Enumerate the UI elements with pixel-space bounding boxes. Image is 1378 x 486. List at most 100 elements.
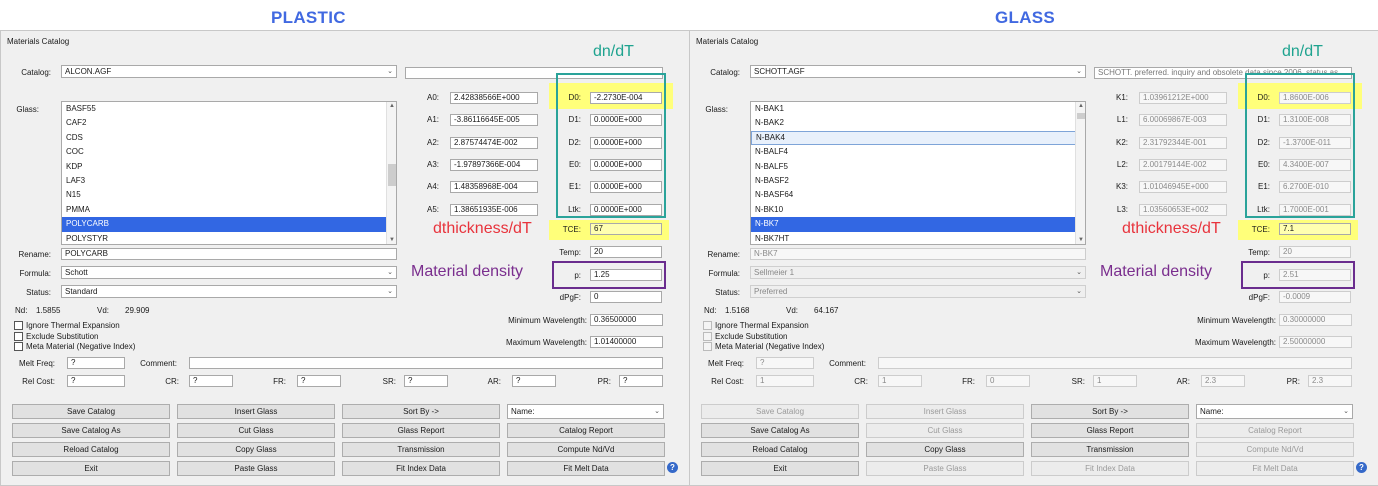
glass-list-item[interactable]: N-BK10 — [751, 203, 1085, 217]
glass-list-item[interactable]: POLYSTYR — [62, 232, 396, 244]
exit-button[interactable]: Exit — [12, 460, 170, 476]
dpgf-field[interactable]: -0.0009 — [1279, 291, 1351, 303]
coeff-field[interactable]: 2.42838566E+000 — [450, 92, 538, 104]
scroll-up-icon[interactable]: ▲ — [388, 103, 396, 109]
coeff-field[interactable]: 2.87574474E-002 — [450, 136, 538, 149]
catalog-report-button[interactable]: Catalog Report — [1196, 422, 1354, 438]
glass-list-item[interactable]: N-BALF4 — [751, 145, 1085, 159]
copy-glass-button[interactable]: Copy Glass — [866, 441, 1024, 457]
compute-nd-vd-button[interactable]: Compute Nd/Vd — [507, 441, 665, 457]
sort-select[interactable]: Name: ⌄ — [507, 404, 664, 419]
ar-field[interactable]: 2.3 — [1201, 375, 1245, 387]
glass-list-item[interactable]: KDP — [62, 160, 396, 174]
coeff-field[interactable]: 1.03961212E+000 — [1139, 92, 1227, 104]
glass-list-item[interactable]: N-BALF5 — [751, 160, 1085, 174]
comment-field[interactable] — [878, 357, 1352, 369]
glass-report-button[interactable]: Glass Report — [342, 422, 500, 438]
glass-list-item[interactable]: BASF55 — [62, 102, 396, 116]
reload-catalog-button[interactable]: Reload Catalog — [701, 441, 859, 457]
glass-list-item[interactable]: CAF2 — [62, 116, 396, 130]
status-select[interactable]: Standard ⌄ — [61, 285, 397, 298]
sr-field[interactable]: ? — [404, 375, 448, 387]
save-catalog-button[interactable]: Save Catalog — [12, 404, 170, 419]
help-icon[interactable]: ? — [667, 462, 678, 473]
sort-by-button[interactable]: Sort By -> — [342, 404, 500, 419]
status-select[interactable]: Preferred ⌄ — [750, 285, 1086, 298]
glass-list-item[interactable]: COC — [62, 145, 396, 159]
glass-list-item[interactable]: N-BAK1 — [751, 102, 1085, 116]
temp-field[interactable]: 20 — [590, 246, 662, 258]
save-catalog-as-button[interactable]: Save Catalog As — [701, 422, 859, 438]
scroll-down-icon[interactable]: ▼ — [388, 237, 396, 243]
coeff-field[interactable]: 2.00179144E-002 — [1139, 158, 1227, 171]
glass-list-item[interactable]: N15 — [62, 188, 396, 202]
glass-report-button[interactable]: Glass Report — [1031, 422, 1189, 438]
glass-list-item[interactable]: N-BAK4 — [751, 130, 1085, 146]
cr-field[interactable]: 1 — [878, 375, 922, 387]
coeff-field[interactable]: -3.86116645E-005 — [450, 114, 538, 127]
sr-field[interactable]: 1 — [1093, 375, 1137, 387]
scroll-thumb[interactable] — [1077, 113, 1085, 119]
glass-list-item[interactable]: POLYCARB — [62, 217, 396, 232]
catalog-report-button[interactable]: Catalog Report — [507, 422, 665, 438]
list-scrollbar[interactable]: ▲ ▼ — [386, 102, 396, 244]
exit-button[interactable]: Exit — [701, 460, 859, 476]
scroll-down-icon[interactable]: ▼ — [1077, 237, 1085, 243]
coeff-field[interactable]: 1.03560653E+002 — [1139, 203, 1227, 216]
glass-list-item[interactable]: N-BK7HT — [751, 232, 1085, 244]
reload-catalog-button[interactable]: Reload Catalog — [12, 441, 170, 457]
catalog-select[interactable]: SCHOTT.AGF ⌄ — [750, 65, 1086, 78]
coeff-field[interactable]: 6.00069867E-003 — [1139, 114, 1227, 127]
glass-list-item[interactable]: N-BASF64 — [751, 188, 1085, 202]
save-catalog-button[interactable]: Save Catalog — [701, 404, 859, 419]
insert-glass-button[interactable]: Insert Glass — [177, 404, 335, 419]
cut-glass-button[interactable]: Cut Glass — [866, 422, 1024, 438]
pr-field[interactable]: 2.3 — [1308, 375, 1352, 387]
checkbox[interactable] — [14, 342, 23, 351]
comment-field[interactable] — [189, 357, 663, 369]
glass-list-item[interactable]: CDS — [62, 131, 396, 145]
relcost-field[interactable]: ? — [67, 375, 125, 387]
temp-field[interactable]: 20 — [1279, 246, 1351, 258]
glass-list-item[interactable]: N-BAK2 — [751, 116, 1085, 130]
glass-list-item[interactable]: N-BASF2 — [751, 174, 1085, 188]
min-wavelength-field[interactable]: 0.36500000 — [590, 314, 663, 326]
max-wavelength-field[interactable]: 2.50000000 — [1279, 336, 1352, 348]
catalog-select[interactable]: ALCON.AGF ⌄ — [61, 65, 397, 78]
fit-index-data-button[interactable]: Fit Index Data — [1031, 460, 1189, 476]
fit-melt-data-button[interactable]: Fit Melt Data — [507, 460, 665, 476]
fit-index-data-button[interactable]: Fit Index Data — [342, 460, 500, 476]
scroll-up-icon[interactable]: ▲ — [1077, 103, 1085, 109]
dpgf-field[interactable]: 0 — [590, 291, 662, 303]
relcost-field[interactable]: 1 — [756, 375, 814, 387]
glass-list-item[interactable]: LAF3 — [62, 174, 396, 188]
transmission-button[interactable]: Transmission — [342, 441, 500, 457]
cr-field[interactable]: ? — [189, 375, 233, 387]
tce-field[interactable]: 7.1 — [1279, 223, 1351, 235]
compute-nd-vd-button[interactable]: Compute Nd/Vd — [1196, 441, 1354, 457]
paste-glass-button[interactable]: Paste Glass — [866, 460, 1024, 476]
copy-glass-button[interactable]: Copy Glass — [177, 441, 335, 457]
checkbox[interactable] — [703, 331, 712, 341]
rename-field[interactable]: N-BK7 — [750, 248, 1086, 260]
melt-freq-field[interactable]: ? — [67, 357, 125, 369]
insert-glass-button[interactable]: Insert Glass — [866, 404, 1024, 419]
pr-field[interactable]: ? — [619, 375, 663, 387]
paste-glass-button[interactable]: Paste Glass — [177, 460, 335, 476]
checkbox[interactable] — [14, 321, 23, 330]
glass-list-item[interactable]: N-BK7 — [751, 217, 1085, 232]
fr-field[interactable]: ? — [297, 375, 341, 387]
coeff-field[interactable]: 2.31792344E-001 — [1139, 136, 1227, 149]
glass-list-item[interactable]: PMMA — [62, 203, 396, 217]
ar-field[interactable]: ? — [512, 375, 556, 387]
checkbox[interactable] — [703, 342, 712, 351]
min-wavelength-field[interactable]: 0.30000000 — [1279, 314, 1352, 326]
coeff-field[interactable]: 1.38651935E-006 — [450, 203, 538, 216]
scroll-thumb[interactable] — [388, 164, 396, 186]
sort-select[interactable]: Name: ⌄ — [1196, 404, 1353, 419]
checkbox[interactable] — [703, 321, 712, 330]
list-scrollbar[interactable]: ▲ ▼ — [1075, 102, 1085, 244]
glass-list[interactable]: BASF55 CAF2 CDS COC KDP LAF3 N15 PMMA POLYCARB PO… — [61, 101, 397, 245]
fit-melt-data-button[interactable]: Fit Melt Data — [1196, 460, 1354, 476]
transmission-button[interactable]: Transmission — [1031, 441, 1189, 457]
